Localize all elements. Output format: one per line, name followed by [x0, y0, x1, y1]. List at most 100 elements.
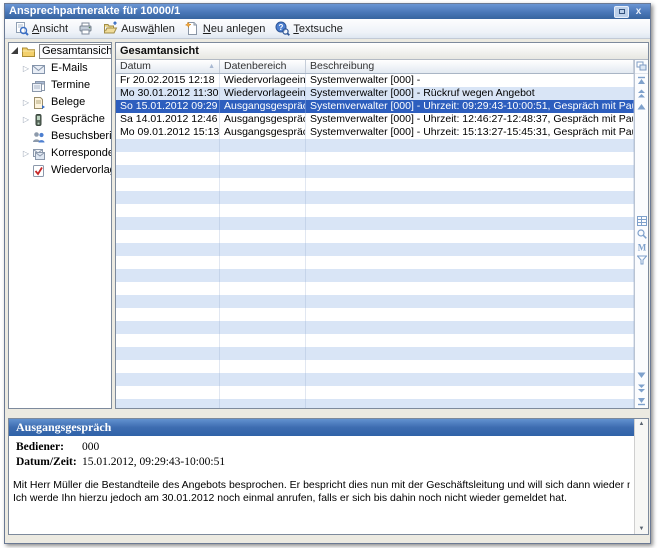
sidebar-item-gesamtansicht[interactable]: Gesamtansicht	[9, 43, 111, 60]
tree-item-label: Belege	[49, 96, 87, 109]
table-cell-empty	[116, 360, 220, 373]
app-window: Ansprechpartnerakte für 10000/1 x Ansich…	[4, 3, 651, 544]
tree-item-label: Termine	[49, 79, 92, 92]
tree-expanded-icon[interactable]	[11, 47, 18, 54]
folder-icon	[21, 45, 36, 59]
detail-scrollbar[interactable]: ▲ ▼	[634, 419, 648, 534]
table-cell-empty	[220, 399, 306, 408]
sidebar-item-wiedervorlagen[interactable]: Wiedervorlagen	[9, 162, 111, 179]
column-header-beschreibung[interactable]: Beschreibung	[306, 60, 634, 73]
textsuche-button[interactable]: ?Textsuche	[271, 19, 349, 38]
table-row-selected[interactable]: So 15.01.2012 09:29AusgangsgesprächSyste…	[116, 100, 634, 113]
toolbar-button-label: Auswählen	[121, 23, 175, 35]
tree-collapsed-icon[interactable]: ▷	[21, 149, 31, 158]
panel-title: Gesamtansicht	[116, 43, 648, 60]
table-header: Datum ▲ Datenbereich Beschreibung	[116, 60, 634, 74]
table-cell-empty	[306, 139, 634, 152]
table-cell-empty	[306, 334, 634, 347]
detail-field-label: Datum/Zeit:	[16, 455, 82, 470]
scroll-bottom-icon	[637, 393, 646, 409]
table-cell-empty	[306, 321, 634, 334]
table-cell-empty	[116, 295, 220, 308]
column-header-datum[interactable]: Datum ▲	[116, 60, 220, 73]
table-empty-row	[116, 191, 634, 204]
table-cell-empty	[220, 282, 306, 295]
table-cell-empty	[220, 373, 306, 386]
tree-item-label: Gespräche	[49, 113, 107, 126]
table-empty-row	[116, 165, 634, 178]
table-cell-empty	[116, 347, 220, 360]
open-folder-icon	[103, 21, 118, 36]
table-side-strip: M	[634, 60, 648, 408]
tree-collapsed-icon[interactable]: ▷	[21, 64, 31, 73]
table-empty-row	[116, 282, 634, 295]
scroll-up-icon[interactable]: ▲	[639, 421, 645, 427]
print-button[interactable]	[74, 19, 99, 38]
table-cell: So 15.01.2012 09:29	[116, 100, 220, 113]
table-cell-empty	[220, 360, 306, 373]
tree-collapsed-icon[interactable]: ▷	[21, 115, 31, 124]
table-cell: Systemverwalter [000] -	[306, 74, 634, 87]
table-cell-empty	[220, 308, 306, 321]
table-cell-empty	[306, 347, 634, 360]
restore-icon	[619, 9, 625, 14]
scroll-bottom-button[interactable]	[636, 395, 648, 408]
table-empty-row	[116, 308, 634, 321]
table-empty-row	[116, 139, 634, 152]
table-cell-empty	[306, 191, 634, 204]
table-cell-empty	[220, 256, 306, 269]
tree-panel: Gesamtansicht▷E-Mails Termine ▷ Belege ▷ Gesp…	[8, 42, 112, 409]
table-cell-empty	[116, 399, 220, 408]
tree-collapsed-icon[interactable]: ▷	[21, 98, 31, 107]
table-row[interactable]: Mo 30.01.2012 11:30WiedervorlageeintragS…	[116, 87, 634, 100]
view-icon	[14, 21, 29, 36]
followup-check-icon	[31, 164, 46, 178]
tree-item-label: Besuchsberichte	[49, 130, 112, 143]
table-cell: Systemverwalter [000] - Uhrzeit: 09:29:4…	[306, 100, 634, 113]
sidebar-item-e-mails[interactable]: ▷E-Mails	[9, 60, 111, 77]
sidebar-item-korrespondenzen[interactable]: ▷ Korrespondenzen	[9, 145, 111, 162]
sidebar-item-gespr-che[interactable]: ▷ Gespräche	[9, 111, 111, 128]
sidebar-item-termine[interactable]: Termine	[9, 77, 111, 94]
calendar-icon	[31, 79, 46, 93]
ansicht-button[interactable]: Ansicht	[10, 19, 74, 38]
filter-button[interactable]	[636, 254, 648, 267]
table-cell-empty	[220, 178, 306, 191]
table-empty-row	[116, 386, 634, 399]
auswaehlen-button[interactable]: Auswählen	[99, 19, 181, 38]
table-cell-empty	[116, 386, 220, 399]
detail-body: Mit Herr Müller die Bestandteile des Ang…	[9, 470, 634, 505]
table-body: Fr 20.02.2015 12:18WiedervorlageeintragS…	[116, 74, 634, 408]
table-cell-empty	[116, 308, 220, 321]
receipt-icon	[31, 96, 46, 110]
table-cell: Fr 20.02.2015 12:18	[116, 74, 220, 87]
table-row[interactable]: Fr 20.02.2015 12:18WiedervorlageeintragS…	[116, 74, 634, 87]
table-cell-empty	[116, 139, 220, 152]
table-row[interactable]: Sa 14.01.2012 12:46AusgangsgesprächSyste…	[116, 113, 634, 126]
tree-item-label: Gesamtansicht	[39, 44, 112, 59]
close-button[interactable]: x	[631, 6, 646, 18]
neu-anlegen-button[interactable]: Neu anlegen	[181, 19, 271, 38]
table-cell: Mo 09.01.2012 15:13	[116, 126, 220, 139]
detail-body-line: Ich werde Ihn hierzu jedoch am 30.01.201…	[13, 492, 630, 505]
restore-button[interactable]	[614, 6, 629, 18]
tree-item-label: Wiedervorlagen	[49, 164, 112, 177]
table-cell-empty	[220, 243, 306, 256]
table-cell: Ausgangsgespräch	[220, 126, 306, 139]
scroll-down-icon[interactable]: ▼	[639, 526, 645, 532]
toolbar-button-label: Ansicht	[32, 23, 68, 35]
table-cell-empty	[220, 139, 306, 152]
table-row[interactable]: Mo 09.01.2012 15:13AusgangsgesprächSyste…	[116, 126, 634, 139]
table-cell-empty	[306, 217, 634, 230]
tree-item-label: Korrespondenzen	[49, 147, 112, 160]
row-up-button[interactable]	[636, 100, 648, 113]
sidebar-item-belege[interactable]: ▷ Belege	[9, 94, 111, 111]
table-cell-empty	[306, 282, 634, 295]
table-cell-empty	[220, 386, 306, 399]
table-cell: Wiedervorlageeintrag	[220, 87, 306, 100]
sidebar-item-besuchsberichte[interactable]: Besuchsberichte	[9, 128, 111, 145]
column-header-datenbereich[interactable]: Datenbereich	[220, 60, 306, 73]
table-cell-empty	[116, 217, 220, 230]
table-cell-empty	[220, 191, 306, 204]
table-cell-empty	[220, 321, 306, 334]
